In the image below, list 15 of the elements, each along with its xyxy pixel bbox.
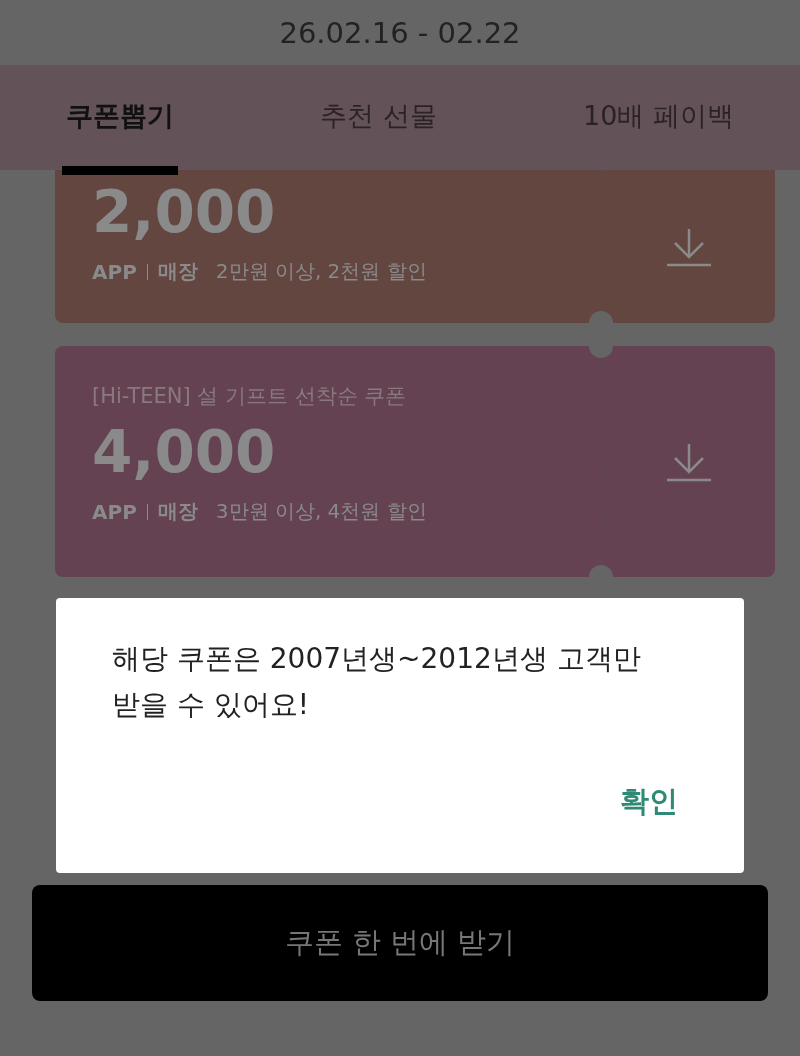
tab[interactable]: 추천 선물 [316, 65, 441, 175]
tab[interactable]: 10배 페이백 [579, 65, 738, 175]
channel-label: APP [92, 499, 137, 524]
channel-label: APP [92, 259, 137, 284]
coupon-title: [Hi-TEEN] 설 기프트 선착순 쿠폰 [92, 383, 408, 410]
channel-label: 매장 [157, 258, 198, 285]
download-all-button[interactable]: 쿠폰 한 번에 받기 [32, 885, 768, 1001]
coupon-amount: 4,000 [92, 417, 277, 488]
confirm-button[interactable]: 확인 [614, 778, 684, 826]
channel-label: 매장 [157, 498, 198, 525]
coupon-condition: 3만원 이상, 4천원 할인 [215, 498, 427, 525]
date-range: 26.02.16 - 02.22 [278, 14, 522, 52]
dialog-message: 해당 쿠폰은 2007년생~2012년생 고객만 받을 수 있어요! [112, 641, 642, 723]
coupon-amount: 2,000 [92, 177, 277, 248]
coupon-condition: 2만원 이상, 2천원 할인 [215, 258, 427, 285]
